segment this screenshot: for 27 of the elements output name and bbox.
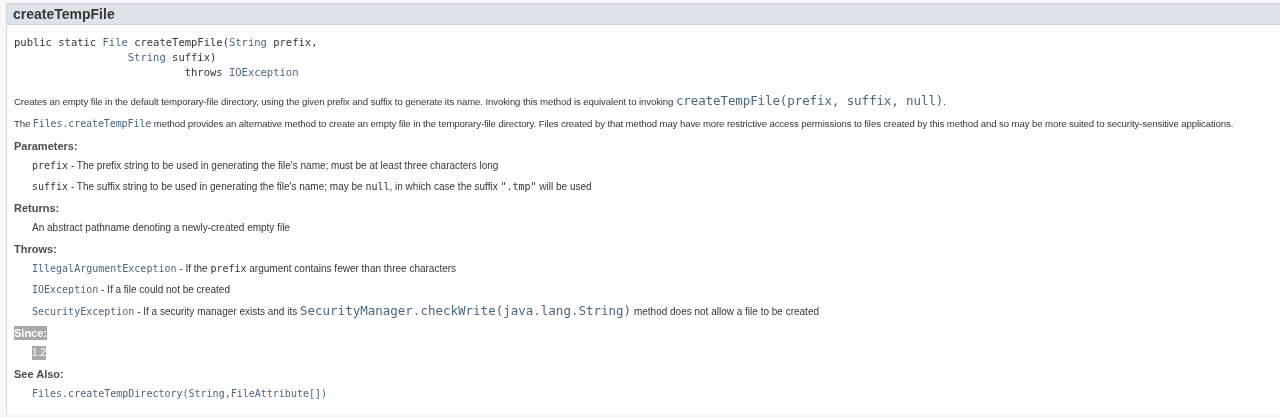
section-item-text: suffix - The suffix string to be used in generating the file's name; may be null, in which case the suffix ".tmp" will be used bbox=[32, 180, 592, 194]
description-text: Creates an empty file in the default temporary-file directory, using the given prefix and suffix to generate its name. Invoking this method is equivalent to invoking createTempFile(prefix, suffix, null). bbox=[14, 94, 946, 109]
code-link[interactable]: SecurityException bbox=[32, 306, 135, 317]
section-item-text: IllegalArgumentException - If the prefix argument contains fewer than three characters bbox=[32, 262, 457, 276]
section-heading: See Also: bbox=[14, 367, 64, 381]
code-link[interactable]: String bbox=[127, 51, 166, 63]
section-item-text: prefix - The prefix string to be used in generating the file's name; must be at least three characters long bbox=[32, 159, 499, 173]
code-link[interactable]: createTempFile(prefix, suffix, null) bbox=[675, 93, 944, 108]
code-link[interactable]: SecurityManager.checkWrite(java.lang.String) bbox=[300, 303, 632, 318]
section-item-text: An abstract pathname denoting a newly-created empty file bbox=[32, 221, 290, 235]
code-link[interactable]: Files.createTempFile bbox=[32, 118, 152, 129]
section-item-text: 1.2 bbox=[32, 346, 46, 360]
section-item-text: SecurityException - If a security manager exists and its SecurityManager.checkWrite(java.lang.String) method does not allow a file to be created bbox=[32, 304, 820, 319]
section-heading: Parameters: bbox=[14, 139, 78, 153]
code-link[interactable]: IllegalArgumentException bbox=[32, 263, 177, 274]
section-heading: Since: bbox=[14, 326, 47, 340]
code-link[interactable]: IOException bbox=[228, 66, 299, 78]
method-title: createTempFile bbox=[7, 4, 1280, 25]
code-link[interactable]: IOException bbox=[32, 284, 99, 295]
section-heading: Throws: bbox=[14, 242, 57, 256]
section-item-text: IOException - If a file could not be created bbox=[32, 283, 230, 297]
description-text: The Files.createTempFile method provides an alternative method to create an empty file in the temporary-file directory. Files created by that method may have more restrictive access permissions to files created by this method and so may be more suited to security-sensitive applications. bbox=[14, 117, 1234, 131]
code-link[interactable]: Files.createTempDirectory(String,FileAttribute[]) bbox=[32, 388, 327, 399]
section-heading: Returns: bbox=[14, 201, 60, 215]
code-link[interactable]: String bbox=[228, 36, 267, 48]
method-signature: public static File createTempFile(String prefix, String suffix) throws IOException bbox=[14, 35, 318, 80]
code-link[interactable]: File bbox=[102, 36, 128, 48]
